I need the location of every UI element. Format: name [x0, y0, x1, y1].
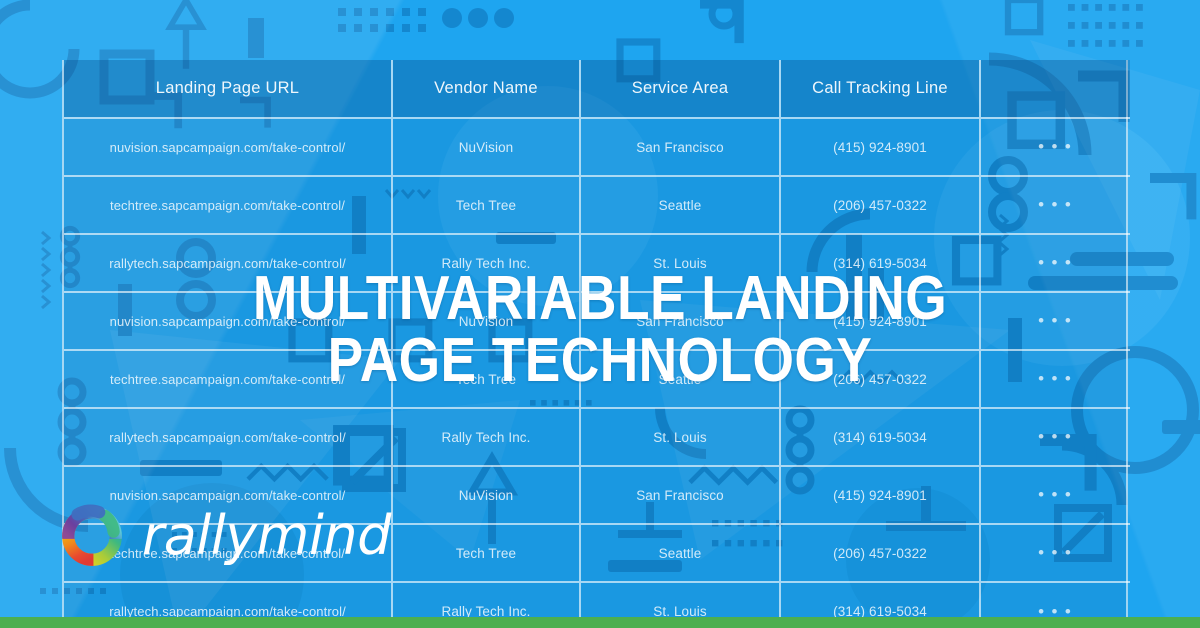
cell-service-area: Seattle — [580, 523, 781, 582]
row-more-options-button[interactable]: • • • — [980, 117, 1130, 176]
promo-banner: Landing Page URL Vendor Name Service Are… — [0, 0, 1200, 628]
bottom-accent-bar — [0, 617, 1200, 628]
cell-service-area: St. Louis — [580, 407, 781, 466]
table-row[interactable]: techtree.sapcampaign.com/take-control/ T… — [64, 175, 1130, 234]
cell-call-tracking-line: (415) 924-8901 — [780, 465, 981, 524]
page-title-line-1: MULTIVARIABLE LANDING — [252, 263, 948, 333]
column-header-actions — [980, 60, 1130, 118]
cell-vendor-name: Tech Tree — [392, 523, 581, 582]
table-header-row: Landing Page URL Vendor Name Service Are… — [64, 60, 1130, 118]
cell-call-tracking-line: (206) 457-0322 — [780, 175, 981, 234]
table-row[interactable]: nuvision.sapcampaign.com/take-control/ N… — [64, 117, 1130, 176]
row-more-options-button[interactable]: • • • — [980, 407, 1130, 466]
table-row[interactable]: rallytech.sapcampaign.com/take-control/ … — [64, 407, 1130, 466]
row-more-options-button[interactable]: • • • — [980, 465, 1130, 524]
cell-service-area: San Francisco — [580, 465, 781, 524]
cell-call-tracking-line: (314) 619-5034 — [780, 407, 981, 466]
cell-vendor-name: Rally Tech Inc. — [392, 407, 581, 466]
cell-vendor-name: NuVision — [392, 117, 581, 176]
cell-landing-page-url: rallytech.sapcampaign.com/take-control/ — [64, 407, 393, 466]
brand-wordmark: rallymind — [142, 504, 391, 567]
column-header-call-tracking-line[interactable]: Call Tracking Line — [780, 60, 981, 118]
column-header-vendor-name[interactable]: Vendor Name — [392, 60, 581, 118]
cell-vendor-name: Tech Tree — [392, 175, 581, 234]
page-title: MULTIVARIABLE LANDING PAGE TECHNOLOGY — [84, 263, 1116, 395]
rallymind-ring-logo-icon — [62, 504, 122, 566]
row-more-options-button[interactable]: • • • — [980, 175, 1130, 234]
cell-call-tracking-line: (415) 924-8901 — [780, 117, 981, 176]
cell-service-area: Seattle — [580, 175, 781, 234]
cell-vendor-name: NuVision — [392, 465, 581, 524]
row-more-options-button[interactable]: • • • — [980, 523, 1130, 582]
cell-service-area: San Francisco — [580, 117, 781, 176]
cell-landing-page-url: nuvision.sapcampaign.com/take-control/ — [64, 117, 393, 176]
cell-call-tracking-line: (206) 457-0322 — [780, 523, 981, 582]
page-title-line-2: PAGE TECHNOLOGY — [327, 325, 873, 395]
table-header: Landing Page URL Vendor Name Service Are… — [64, 60, 1130, 118]
cell-landing-page-url: techtree.sapcampaign.com/take-control/ — [64, 175, 393, 234]
brand-logo[interactable]: rallymind — [56, 500, 391, 572]
column-header-service-area[interactable]: Service Area — [580, 60, 781, 118]
column-header-landing-page-url[interactable]: Landing Page URL — [64, 60, 393, 118]
